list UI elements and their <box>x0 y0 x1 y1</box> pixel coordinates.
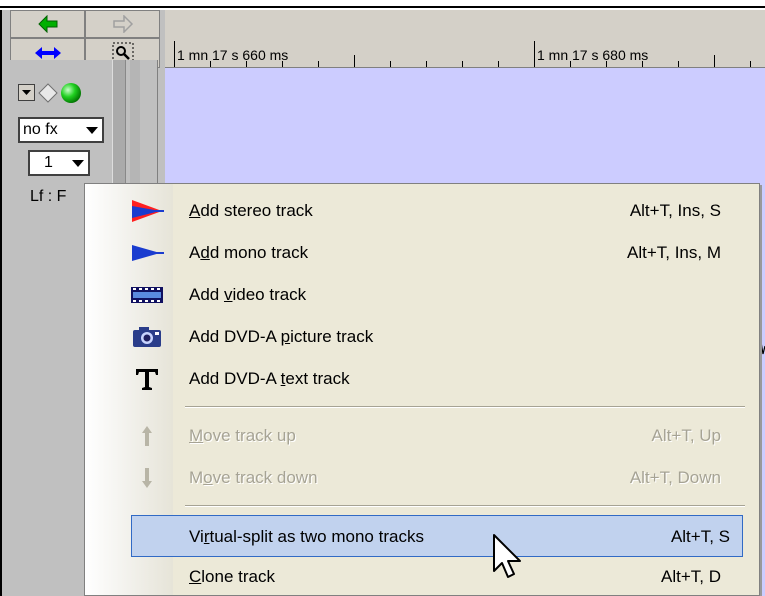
ruler-minor-tick <box>210 61 211 67</box>
menu-item-virtual-split[interactable]: Virtual-split as two mono tracks Alt+T, … <box>131 515 743 557</box>
chevron-down-icon <box>86 127 98 134</box>
stereo-track-icon <box>129 198 165 224</box>
menu-label-accel: d <box>200 243 210 262</box>
menu-shortcut: Alt+T, Up <box>651 426 721 445</box>
channel-label: Lf : F <box>30 188 67 205</box>
menu-label-pre: Add DVD-A <box>189 327 281 346</box>
menu-label-post: tual-split as two mono tracks <box>209 527 424 546</box>
menu-separator <box>185 505 745 507</box>
arrow-down-icon <box>129 465 165 491</box>
nav-back-button[interactable] <box>10 10 85 38</box>
menu-item-add-stereo-track[interactable]: Add stereo track Alt+T, Ins, S <box>85 190 759 232</box>
menu-label-accel: M <box>189 426 204 445</box>
menu-separator <box>185 406 745 408</box>
channel-combo-value: 1 <box>44 154 53 171</box>
time-ruler: 1 mn 17 s 660 ms 1 mn 17 s 680 ms <box>165 10 765 68</box>
menu-item-add-video-track[interactable]: Add video track <box>85 274 759 316</box>
ruler-minor-tick <box>462 61 463 67</box>
ruler-minor-tick <box>570 61 571 67</box>
ruler-minor-tick <box>390 61 391 67</box>
chevron-down-icon <box>22 90 31 95</box>
ruler-major-tick <box>174 41 175 67</box>
menu-shortcut: Alt+T, Ins, S <box>629 201 721 220</box>
ruler-minor-tick <box>246 61 247 67</box>
menu-label-post: ve track down <box>212 468 318 487</box>
horizontal-arrows-icon <box>34 47 61 59</box>
ruler-minor-tick <box>282 61 283 67</box>
ruler-minor-tick <box>498 61 499 67</box>
text-track-icon <box>129 366 165 392</box>
arrow-left-icon <box>37 15 57 33</box>
track-context-menu: Add stereo track Alt+T, Ins, S Add mono … <box>84 183 760 596</box>
track-menu-button[interactable] <box>18 84 35 101</box>
menu-label-post: dd stereo track <box>200 201 313 220</box>
menu-label-post: ext track <box>285 369 350 388</box>
menu-shortcut: Alt+T, D <box>661 567 721 586</box>
menu-label-accel: o <box>203 468 213 487</box>
menu-label-accel: A <box>189 201 201 220</box>
menu-label-accel: C <box>189 567 202 586</box>
menu-label-post: lone track <box>201 567 275 586</box>
menu-label-pre: M <box>189 468 204 487</box>
camera-icon <box>129 324 165 350</box>
mouse-pointer-icon <box>493 534 521 578</box>
ruler-label-1: 1 mn 17 s 660 ms <box>177 47 289 63</box>
mono-track-icon <box>129 240 165 266</box>
nav-forward-button[interactable] <box>85 10 160 38</box>
menu-item-clone-track[interactable]: Clone track Alt+T, D <box>85 556 759 595</box>
menu-label-post: d mono track <box>209 243 309 262</box>
arrow-right-icon <box>112 15 133 33</box>
ruler-minor-tick <box>678 61 679 67</box>
window-top-edge <box>0 0 765 8</box>
menu-label-pre: A <box>189 243 201 262</box>
menu-shortcut: Alt+T, Ins, M <box>627 243 721 262</box>
mute-diamond-icon[interactable] <box>38 83 58 103</box>
menu-item-add-dvda-picture-track[interactable]: Add DVD-A picture track <box>85 316 759 358</box>
video-track-icon <box>129 282 165 308</box>
menu-item-add-mono-track[interactable]: Add mono track Alt+T, Ins, M <box>85 232 759 274</box>
menu-label-post: ove track up <box>203 426 296 445</box>
menu-label-accel: p <box>280 327 291 346</box>
menu-item-add-dvda-text-track[interactable]: Add DVD-A text track <box>85 358 759 400</box>
ruler-minor-tick <box>354 55 355 67</box>
fx-combo-value: no fx <box>23 121 58 138</box>
menu-label-post: icture track <box>290 327 374 346</box>
ruler-minor-tick <box>714 55 715 67</box>
solo-led-icon[interactable] <box>60 82 82 104</box>
ruler-minor-tick <box>318 61 319 67</box>
arrow-up-icon <box>129 423 165 449</box>
menu-label-pre: Add <box>189 285 224 304</box>
fx-combo[interactable]: no fx <box>18 117 104 143</box>
menu-shortcut: Alt+T, Down <box>629 468 721 487</box>
ruler-minor-tick <box>606 61 607 67</box>
ruler-label-2: 1 mn 17 s 680 ms <box>537 47 649 63</box>
menu-item-move-track-down[interactable]: Move track down Alt+T, Down <box>85 457 759 499</box>
ruler-major-tick <box>534 41 535 67</box>
menu-label-pre: Add DVD-A <box>189 369 281 388</box>
menu-item-move-track-up[interactable]: Move track up Alt+T, Up <box>85 415 759 457</box>
menu-label-pre: Vi <box>189 527 204 546</box>
ruler-minor-tick <box>750 61 751 67</box>
menu-shortcut: Alt+T, S <box>670 527 730 546</box>
chevron-down-icon <box>72 160 84 167</box>
ruler-minor-tick <box>426 61 427 67</box>
ruler-minor-tick <box>642 61 643 67</box>
channel-combo[interactable]: 1 <box>28 150 90 176</box>
menu-label-post: ideo track <box>232 285 307 304</box>
